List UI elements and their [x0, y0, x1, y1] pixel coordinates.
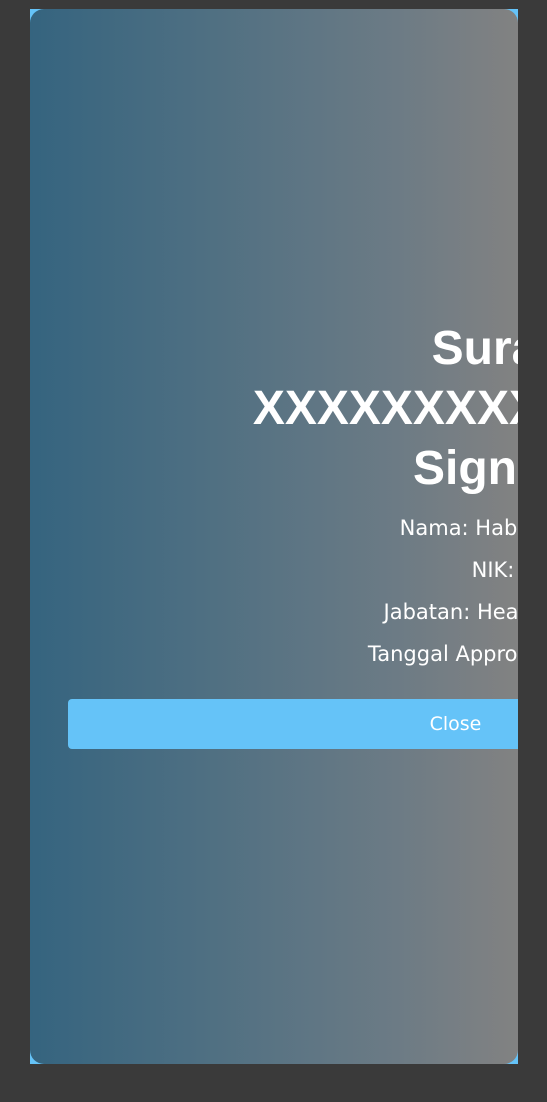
signature-dialog: Surat XXXXXXXXXXxxxxxx Signed Nama: Habi… [30, 9, 518, 1064]
signer-name: Nama: Habib Heri [399, 516, 518, 540]
modal-backdrop: Surat XXXXXXXXXXxxxxxx Signed Nama: Habi… [30, 9, 518, 1064]
signer-position: Jabatan: Head Depar [383, 600, 518, 624]
signer-info: Nama: Habib Heri NIK: Jabatan: Head Depa… [68, 507, 518, 675]
approve-date: Tanggal Approve: 17 Oc [367, 642, 518, 666]
dialog-content: Surat XXXXXXXXXXxxxxxx Signed Nama: Habi… [68, 319, 518, 749]
close-button[interactable]: Close [68, 699, 518, 749]
title-line-1: Surat [431, 322, 518, 375]
title-line-3: Signed [412, 442, 518, 495]
title-line-2: XXXXXXXXXXxxxxxx [252, 382, 518, 435]
signer-nik: NIK: [471, 558, 515, 582]
